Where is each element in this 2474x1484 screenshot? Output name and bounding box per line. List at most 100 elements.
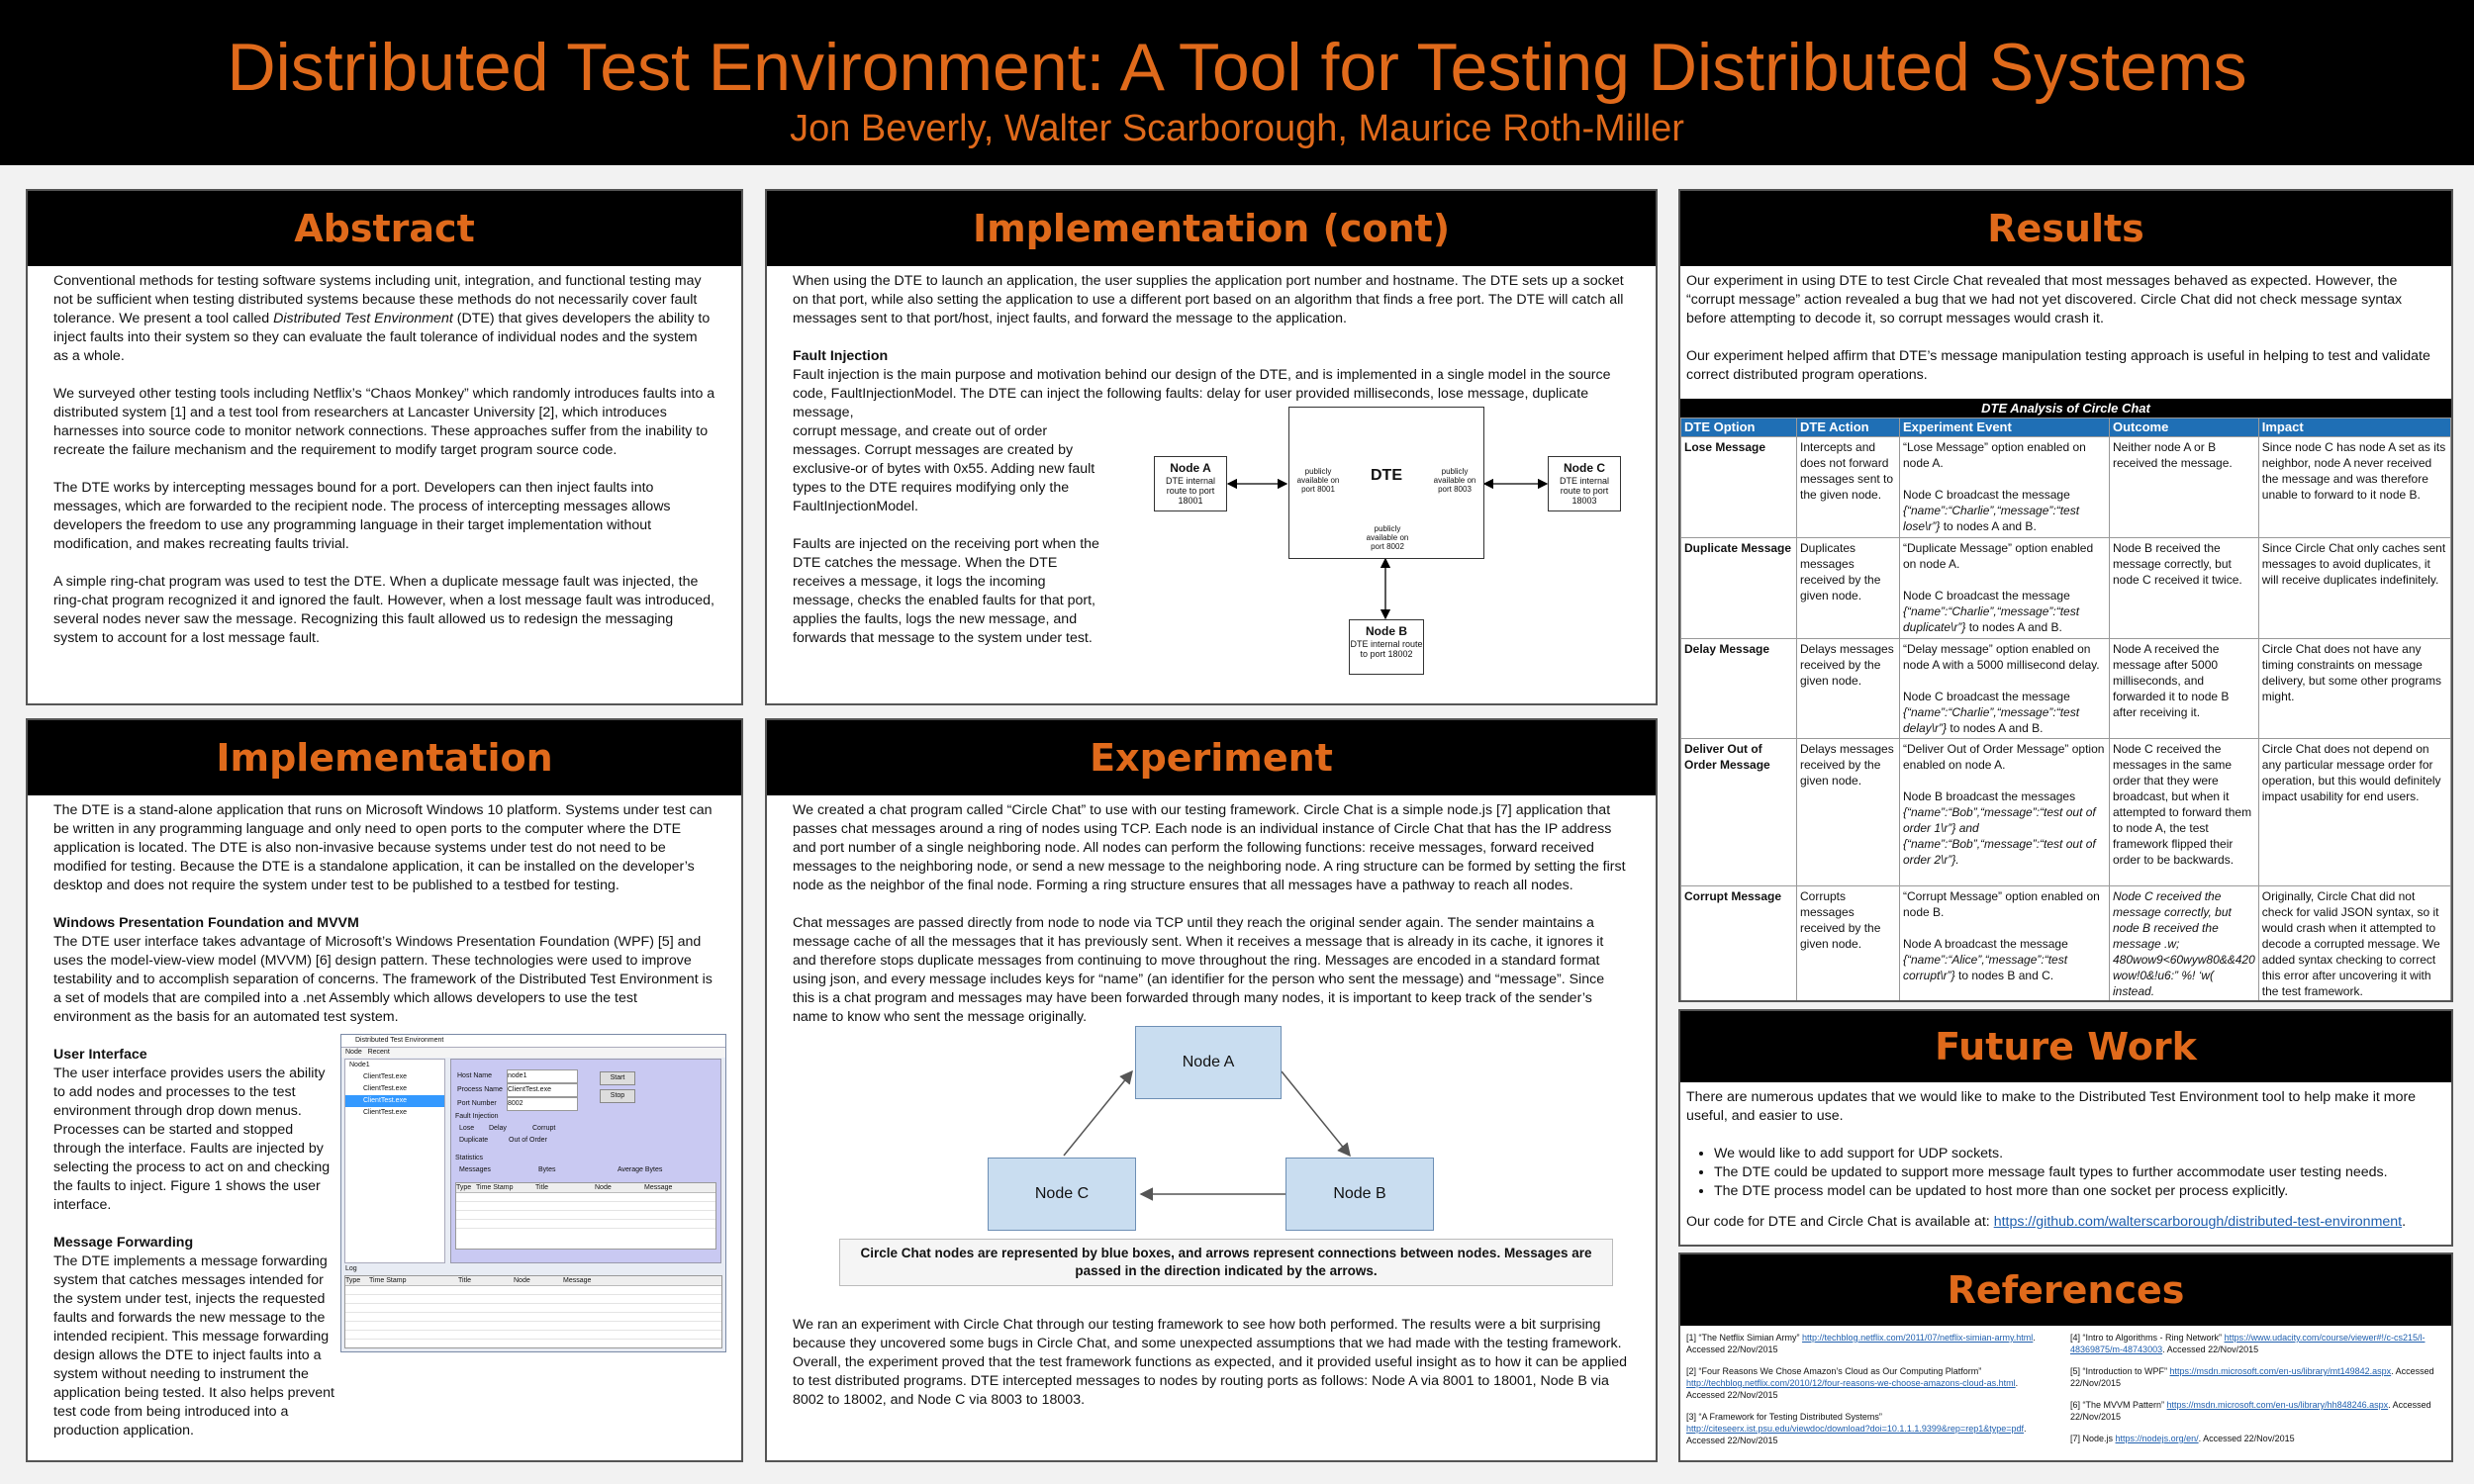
experiment-panel: Experiment We created a chat program cal… [765,718,1658,1462]
lose-checkbox[interactable]: Lose [459,1123,489,1135]
ring-caption: Circle Chat nodes are represented by blu… [839,1239,1613,1286]
dte-node-c: Node C DTE internal route to port 18003 [1548,456,1621,511]
menu-node[interactable]: Node [345,1049,362,1056]
process-label: Process Name [457,1086,503,1093]
references-heading: References [1680,1254,2451,1326]
references-panel: References [1] “The Netflix Simian Army”… [1678,1252,2453,1462]
tree-process[interactable]: ClientTest.exe [345,1083,444,1095]
reference-5: [5] “Introduction to WPF” https://msdn.m… [2070,1366,2434,1388]
dte-arrows [1226,478,1549,620]
port-label: Port Number [457,1100,497,1107]
table-row: Lose Message Intercepts and does not for… [1680,436,2451,538]
stop-button[interactable]: Stop [600,1089,635,1103]
ui-screenshot: Distributed Test Environment Node Recent… [340,1034,726,1352]
experiment-p3: We ran an experiment with Circle Chat th… [793,1317,1628,1408]
list-item: The DTE could be updated to support more… [1714,1163,2445,1182]
future-p1: There are numerous updates that we would… [1686,1089,2417,1124]
avg-bytes-stat: Average Bytes [618,1166,663,1173]
tree-node1[interactable]: Node1 [345,1060,444,1071]
abstract-panel: Abstract Conventional methods for testin… [26,189,743,705]
reference-link[interactable]: http://citeseerx.ist.psu.edu/viewdoc/dow… [1686,1424,2024,1434]
main-log-table: Type Time Stamp Title Node Message [344,1275,722,1348]
host-label: Host Name [457,1072,493,1079]
results-panel: Results Our experiment in using DTE to t… [1678,189,2453,1002]
reference-7: [7] Node.js https://nodejs.org/en/. Acce… [2070,1434,2295,1443]
implementation-panel: Implementation The DTE is a stand-alone … [26,718,743,1462]
fault-injection-label: Fault Injection [455,1113,499,1120]
table-row: Corrupt Message Corrupts messages receiv… [1680,885,2451,1000]
abstract-p1: Conventional methods for testing softwar… [53,273,711,364]
implementation-cont-panel: Implementation (cont) When using the DTE… [765,189,1658,705]
arrow-c-to-a [1063,1069,1133,1157]
references-body: [1] “The Netflix Simian Army” http://tec… [1680,1326,2451,1445]
results-p1: Our experiment in using DTE to test Circ… [1686,273,2403,326]
messages-stat: Messages [459,1166,491,1173]
process-group: Host Name node1 Process Name ClientTest.ex… [450,1059,721,1263]
menu-recent[interactable]: Recent [368,1049,390,1056]
corrupt-checkbox[interactable]: Corrupt [532,1125,555,1132]
port-b-label: publicly available on port 8002 [1366,524,1409,551]
results-table: DTE Option DTE Action Experiment Event O… [1680,417,2451,1000]
fault-options: Lose Delay Corrupt Duplicate Out of Order [459,1123,555,1147]
reference-6: [6] “The MVVM Pattern” https://msdn.micr… [2070,1400,2431,1422]
abstract-heading: Abstract [28,191,741,266]
abstract-p4: A simple ring-chat program was used to t… [53,574,714,646]
duplicate-checkbox[interactable]: Duplicate [459,1135,509,1147]
reference-link[interactable]: http://techblog.netflix.com/2011/07/netf… [1802,1333,2033,1343]
future-list: We would like to add support for UDP soc… [1686,1145,2445,1201]
abstract-body: Conventional methods for testing softwar… [28,266,741,673]
dte-center-box: DTE publicly available on port 8001 publ… [1288,407,1484,559]
delay-checkbox[interactable]: Delay [489,1123,532,1135]
port-field[interactable]: 8002 [507,1097,578,1111]
dte-node-b: Node B DTE internal route to port 18002 [1349,619,1424,675]
node-tree: Node1 ClientTest.exe ClientTest.exe Clie… [344,1059,445,1263]
implementation-p1: The DTE is a stand-alone application tha… [53,802,713,893]
results-table-title: DTE Analysis of Circle Chat [1680,399,2451,417]
future-work-body: There are numerous updates that we would… [1680,1082,2451,1238]
port-c-label: publicly available on port 8003 [1433,467,1476,494]
table-row: Delay Message Delays messages received b… [1680,638,2451,739]
wpf-subheading: Windows Presentation Foundation and MVVM [53,915,359,931]
ring-node-c: Node C [988,1158,1136,1231]
results-p2: Our experiment helped affirm that DTE’s … [1686,348,2430,383]
abstract-p3: The DTE works by intercepting messages b… [53,480,671,552]
reference-3: [3] “A Framework for Testing Distributed… [1686,1412,2027,1445]
port-a-label: publicly available on port 8001 [1296,467,1340,494]
forwarding-subheading: Message Forwarding [53,1235,194,1251]
ring-node-b: Node B [1285,1158,1434,1231]
reference-link[interactable]: https://msdn.microsoft.com/en-us/library… [2167,1400,2389,1410]
ring-node-a: Node A [1135,1026,1282,1099]
results-heading: Results [1680,191,2451,266]
tree-process[interactable]: ClientTest.exe [345,1107,444,1119]
abstract-p2: We surveyed other testing tools includin… [53,386,715,458]
arrow-a-to-b [1281,1070,1351,1158]
table-header-row: DTE Option DTE Action Experiment Event O… [1680,417,2451,437]
implementation-p3: The user interface provides users the ab… [53,1066,331,1213]
reference-link[interactable]: https://msdn.microsoft.com/en-us/library… [2170,1366,2392,1376]
table-row: Duplicate Message Duplicates messages re… [1680,537,2451,639]
reference-4: [4] “Intro to Algorithms - Ring Network”… [2070,1333,2426,1354]
implementation-p2: The DTE user interface takes advantage o… [53,934,713,1025]
log-label: Log [345,1265,357,1272]
process-field[interactable]: ClientTest.exe [507,1083,578,1097]
host-field[interactable]: node1 [507,1069,578,1083]
dte-node-a: Node A DTE internal route to port 18001 [1154,456,1227,511]
out-of-order-checkbox[interactable]: Out of Order [509,1137,547,1144]
bytes-stat: Bytes [538,1166,556,1173]
reference-link[interactable]: https://nodejs.org/en/ [2116,1434,2199,1443]
github-link[interactable]: https://github.com/walterscarborough/dis… [1994,1214,2402,1230]
list-item: The DTE process model can be updated to … [1714,1182,2445,1201]
implementation-heading: Implementation [28,720,741,795]
tree-process-selected[interactable]: ClientTest.exe [345,1095,444,1107]
title-banner: Distributed Test Environment: A Tool for… [0,0,2474,165]
ui-subheading: User Interface [53,1047,147,1063]
tree-process[interactable]: ClientTest.exe [345,1071,444,1083]
reference-1: [1] “The Netflix Simian Army” http://tec… [1686,1333,2036,1354]
future-work-panel: Future Work There are numerous updates t… [1678,1009,2453,1247]
results-body: Our experiment in using DTE to test Circ… [1680,266,2451,399]
reference-link[interactable]: http://techblog.netflix.com/2010/12/four… [1686,1378,2016,1388]
start-button[interactable]: Start [600,1071,635,1085]
reference-2: [2] “Four Reasons We Chose Amazon’s Clou… [1686,1366,2019,1400]
code-availability: Our code for DTE and Circle Chat is avai… [1686,1214,2407,1230]
process-log-table: Type Time Stamp Title Node Message [455,1182,716,1250]
